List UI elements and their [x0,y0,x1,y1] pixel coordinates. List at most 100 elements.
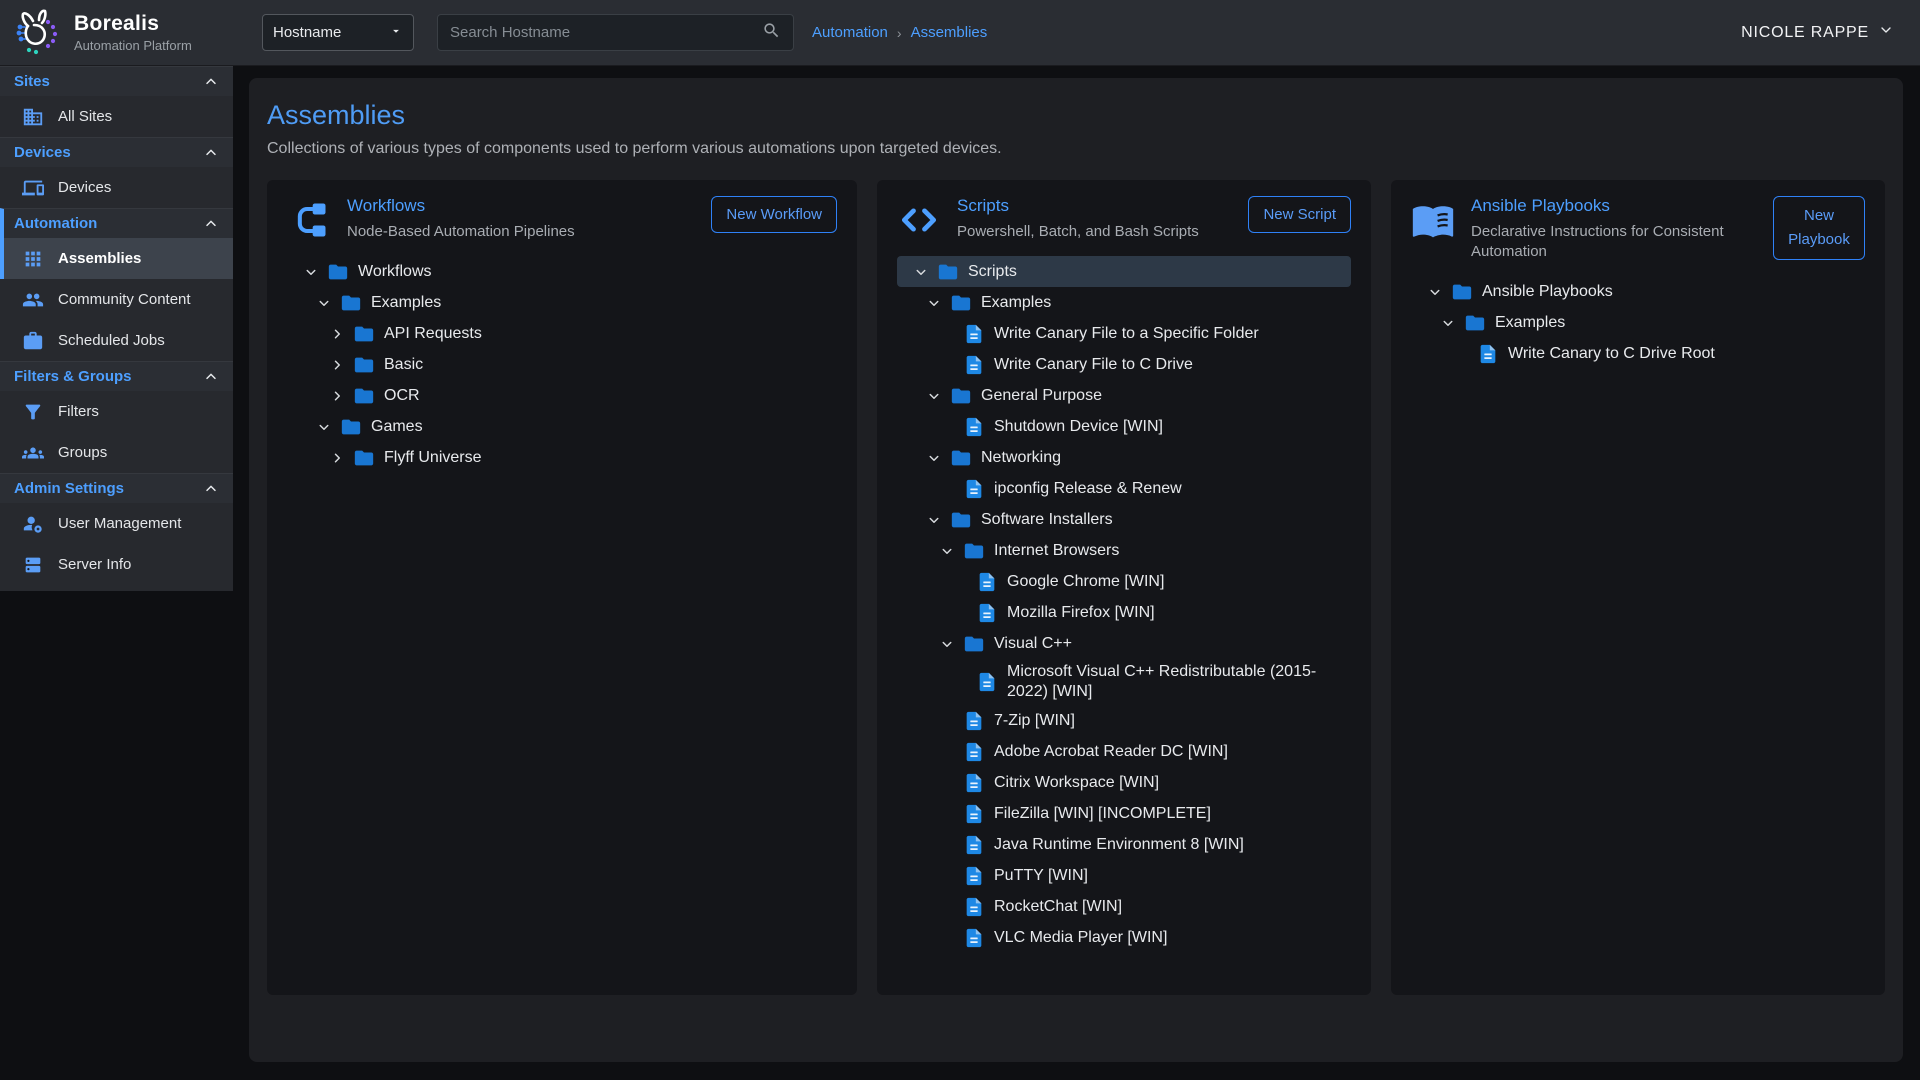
sidebar-item-label: Community Content [58,291,191,308]
chevron-down-icon[interactable] [912,263,937,281]
tree-item-label: Citrix Workspace [WIN] [994,770,1159,796]
sidebar-item-assemblies[interactable]: Assemblies [0,238,233,279]
tree-file-rocketchat-win[interactable]: RocketChat [WIN] [897,891,1351,922]
chevron-down-icon[interactable] [938,542,963,560]
sidebar-item-all-sites[interactable]: All Sites [0,96,233,137]
chevron-down-icon[interactable] [925,387,950,405]
tree-item-label: Software Installers [981,507,1113,533]
tree-item-label: PuTTY [WIN] [994,863,1088,889]
chevron-right-icon[interactable] [328,325,353,343]
folder-icon [340,292,362,314]
chevron-down-icon[interactable] [1426,283,1451,301]
tree-file-filezilla-win-incomplete[interactable]: FileZilla [WIN] [INCOMPLETE] [897,798,1351,829]
tree-item-label: Write Canary to C Drive Root [1508,341,1715,367]
tree-ansible-playbooks: Ansible PlaybooksExamples Write Canary to… [1411,277,1865,370]
tree-folder-examples[interactable]: Examples [287,287,837,318]
tree-file-write-canary-file-to-c-drive[interactable]: Write Canary File to C Drive [897,349,1351,380]
tree-folder-examples[interactable]: Examples [897,287,1351,318]
chevron-down-icon[interactable] [315,294,340,312]
tree-file-shutdown-device-win[interactable]: Shutdown Device [WIN] [897,411,1351,442]
tree-file-mozilla-firefox-win[interactable]: Mozilla Firefox [WIN] [897,597,1351,628]
breadcrumb-assemblies[interactable]: Assemblies [911,24,988,41]
sidebar-item-devices[interactable]: Devices [0,167,233,208]
tree-file-adobe-acrobat-reader-dc-win[interactable]: Adobe Acrobat Reader DC [WIN] [897,736,1351,767]
tree-folder-networking[interactable]: Networking [897,442,1351,473]
sidebar-item-scheduled-jobs[interactable]: Scheduled Jobs [0,320,233,361]
sidebar-item-community-content[interactable]: Community Content [0,279,233,320]
tree-workflows: WorkflowsExamplesAPI RequestsBasic OCRGam… [287,256,837,473]
people-icon [22,289,44,311]
breadcrumb-automation[interactable]: Automation [812,24,888,41]
tree-folder-general-purpose[interactable]: General Purpose [897,380,1351,411]
sidebar-item-groups[interactable]: Groups [0,432,233,473]
tree-item-label: RocketChat [WIN] [994,894,1122,920]
tree-item-label: OCR [384,383,420,409]
breadcrumb: Automation › Assemblies [812,24,987,41]
tree-file-google-chrome-win[interactable]: Google Chrome [WIN] [897,566,1351,597]
tree-folder-software-installers[interactable]: Software Installers [897,504,1351,535]
sidebar-item-filters[interactable]: Filters [0,391,233,432]
search-input[interactable] [450,24,754,41]
chevron-up-icon[interactable] [203,481,219,497]
chevron-up-icon[interactable] [203,216,219,232]
tree-folder-internet-browsers[interactable]: Internet Browsers [897,535,1351,566]
tree-file-citrix-workspace-win[interactable]: Citrix Workspace [WIN] [897,767,1351,798]
sidebar-section-filters-groups[interactable]: Filters & Groups [0,361,233,391]
tree-folder-basic[interactable]: Basic [287,349,837,380]
chevron-right-icon[interactable] [328,387,353,405]
tree-folder-examples[interactable]: Examples [1411,308,1865,339]
new-script-button[interactable]: New Script [1248,196,1351,233]
chevron-up-icon[interactable] [203,369,219,385]
tree-folder-visual-c[interactable]: Visual C++ [897,628,1351,659]
user-menu[interactable]: NICOLE RAPPE [1741,22,1894,43]
borealis-rabbit-logo-icon [14,9,62,57]
chevron-down-icon[interactable] [925,294,950,312]
card-header: ScriptsPowershell, Batch, and Bash Scrip… [897,196,1351,242]
tree-file-putty-win[interactable]: PuTTY [WIN] [897,860,1351,891]
tree-file-microsoft-visual-c-redistributable-2015-2022-win[interactable]: Microsoft Visual C++ Redistributable (20… [897,659,1351,705]
chevron-up-icon[interactable] [203,74,219,90]
tree-file-vlc-media-player-win[interactable]: VLC Media Player [WIN] [897,922,1351,953]
new-workflow-button[interactable]: New Workflow [711,196,837,233]
card-title: Workflows [347,196,695,216]
chevron-down-icon[interactable] [315,418,340,436]
tree-file-7-zip-win[interactable]: 7-Zip [WIN] [897,705,1351,736]
chevron-down-icon[interactable] [925,511,950,529]
tree-file-ipconfig-release-renew[interactable]: ipconfig Release & Renew [897,473,1351,504]
hostname-search[interactable] [437,14,794,51]
tree-folder-api-requests[interactable]: API Requests [287,318,837,349]
tree-file-java-runtime-environment-8-win[interactable]: Java Runtime Environment 8 [WIN] [897,829,1351,860]
search-icon[interactable] [762,21,781,45]
card-header: Ansible PlaybooksDeclarative Instruction… [1411,196,1865,263]
sidebar-item-server-info[interactable]: Server Info [0,544,233,585]
chevron-right-icon[interactable] [328,449,353,467]
new-playbook-button[interactable]: New Playbook [1773,196,1865,260]
brand-name: Borealis [74,12,192,36]
sidebar-item-user-management[interactable]: User Management [0,503,233,544]
tree-folder-games[interactable]: Games [287,411,837,442]
chevron-up-icon[interactable] [203,145,219,161]
sidebar-section-sites[interactable]: Sites [0,66,233,96]
chevron-down-icon[interactable] [925,449,950,467]
tree-item-label: Examples [1495,310,1565,336]
brand: Borealis Automation Platform [0,9,233,57]
chevron-right-icon[interactable] [328,356,353,374]
sidebar-section-admin-settings[interactable]: Admin Settings [0,473,233,503]
chevron-down-icon[interactable] [1439,314,1464,332]
main-panel: Assemblies Collections of various types … [249,78,1903,1062]
tree-folder-scripts[interactable]: Scripts [897,256,1351,287]
chevron-down-icon[interactable] [302,263,327,281]
hostname-select[interactable]: Hostname [262,14,414,51]
tree-file-write-canary-to-c-drive-root[interactable]: Write Canary to C Drive Root [1411,339,1865,370]
server-icon [22,554,44,576]
tree-folder-workflows[interactable]: Workflows [287,256,837,287]
file-icon [963,354,985,376]
tree-folder-ansible-playbooks[interactable]: Ansible Playbooks [1411,277,1865,308]
sidebar-section-automation[interactable]: Automation [0,208,233,238]
tree-file-write-canary-file-to-a-specific-folder[interactable]: Write Canary File to a Specific Folder [897,318,1351,349]
tree-folder-flyff-universe[interactable]: Flyff Universe [287,442,837,473]
chevron-down-icon[interactable] [938,635,963,653]
sidebar-section-devices[interactable]: Devices [0,137,233,167]
file-icon [976,571,998,593]
tree-folder-ocr[interactable]: OCR [287,380,837,411]
